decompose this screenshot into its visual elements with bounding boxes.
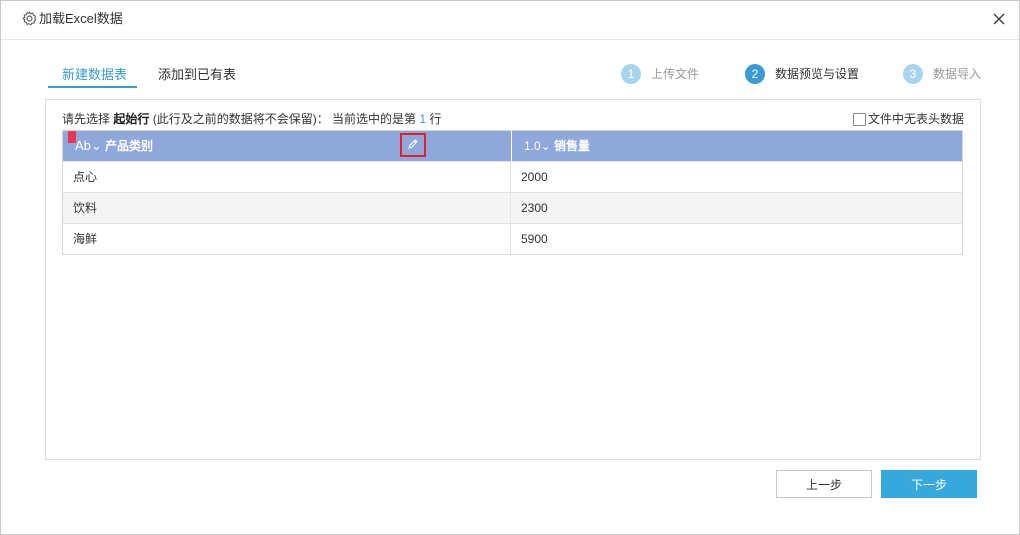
close-icon: [993, 13, 1005, 25]
table-cell: 点心: [63, 162, 511, 192]
table-cell: 饮料: [63, 193, 511, 223]
step-label: 上传文件: [651, 67, 700, 81]
step-number: 2: [745, 64, 765, 84]
column-type-selector[interactable]: 1.0⌄: [524, 131, 551, 161]
step-data-import: 3 数据导入: [903, 64, 981, 84]
table-cell: 海鲜: [63, 224, 511, 254]
no-header-label: 文件中无表头数据: [867, 112, 964, 126]
table-header-row: Ab⌄ 产品类别 1.0⌄ 销售量: [63, 131, 962, 161]
table-cell: 2300: [521, 201, 548, 215]
next-step-button[interactable]: 下一步: [881, 470, 977, 498]
step-label: 数据导入: [933, 67, 982, 81]
hint-prefix: 请先选择: [62, 112, 111, 126]
selected-row-number: 1: [419, 112, 427, 126]
step-preview-settings: 2 数据预览与设置: [745, 64, 859, 84]
close-button[interactable]: [991, 11, 1007, 27]
edit-column-button[interactable]: [400, 133, 426, 157]
table-row[interactable]: 海鲜 5900: [63, 223, 962, 254]
column-name: 销售量: [554, 139, 591, 153]
table-cell: 2000: [521, 170, 548, 184]
no-header-toggle[interactable]: 文件中无表头数据: [852, 111, 964, 127]
column-type-selector[interactable]: Ab⌄: [75, 131, 102, 161]
pencil-icon: [408, 139, 418, 149]
hint-suffix: 行: [429, 112, 442, 126]
data-preview-table: Ab⌄ 产品类别 1.0⌄ 销售量 点心 2000 饮料 2300 海鲜 590…: [62, 130, 963, 255]
tab-append-existing-table[interactable]: 添加到已有表: [158, 67, 236, 83]
column-name: 产品类别: [105, 139, 154, 153]
hint-middle: (此行及之前的数据将不会保留)： 当前选中的是第: [152, 112, 417, 126]
active-tab-indicator: [48, 86, 137, 88]
table-row[interactable]: 饮料 2300: [63, 192, 962, 223]
gear-icon: [22, 11, 37, 26]
tab-new-table[interactable]: 新建数据表: [62, 67, 127, 83]
no-header-checkbox[interactable]: [852, 112, 866, 126]
column-header-product-category[interactable]: Ab⌄ 产品类别: [63, 131, 512, 161]
dialog-title: 加载Excel数据: [39, 11, 123, 26]
preview-panel: 请先选择 起始行 (此行及之前的数据将不会保留)： 当前选中的是第 1 行 文件…: [45, 99, 981, 460]
start-row-hint: 请先选择 起始行 (此行及之前的数据将不会保留)： 当前选中的是第 1 行: [62, 111, 441, 127]
table-cell: 5900: [521, 232, 548, 246]
hint-start-row: 起始行: [113, 112, 150, 126]
table-row[interactable]: 点心 2000: [63, 161, 962, 192]
step-number: 3: [903, 64, 923, 84]
title-bar: 加载Excel数据: [1, 1, 1019, 40]
previous-step-button[interactable]: 上一步: [776, 470, 872, 498]
step-upload-file: 1 上传文件: [621, 64, 699, 84]
step-label: 数据预览与设置: [775, 67, 860, 81]
step-number: 1: [621, 64, 641, 84]
column-header-sales-volume[interactable]: 1.0⌄ 销售量: [512, 131, 962, 161]
excel-load-dialog: 加载Excel数据 新建数据表 添加到已有表 1 上传文件 2 数据预览与设置 …: [0, 0, 1020, 535]
